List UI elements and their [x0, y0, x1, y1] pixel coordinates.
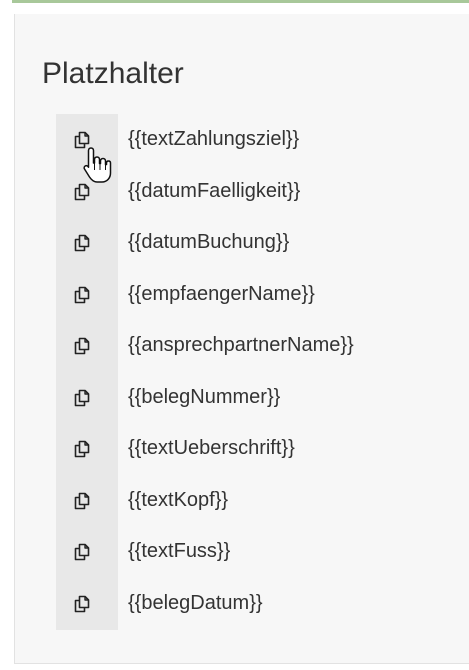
placeholder-item: {{datumFaelligkeit}} [56, 166, 466, 218]
top-accent-rule [12, 0, 469, 3]
placeholder-item: {{textFuss}} [56, 526, 466, 578]
copy-icon[interactable] [64, 327, 100, 365]
placeholder-item: {{textUeberschrift}} [56, 423, 466, 475]
placeholder-label[interactable]: {{textFuss}} [128, 538, 230, 564]
placeholder-item: {{belegDatum}} [56, 578, 466, 630]
copy-icon[interactable] [64, 430, 100, 468]
copy-icon[interactable] [64, 276, 100, 314]
panel-title: Platzhalter [42, 57, 184, 90]
placeholder-item: {{belegNummer}} [56, 372, 466, 424]
placeholder-item: {{empfaengerName}} [56, 269, 466, 321]
copy-icon[interactable] [64, 379, 100, 417]
placeholder-label[interactable]: {{datumBuchung}} [128, 229, 289, 255]
copy-icon[interactable] [64, 224, 100, 262]
copy-icon[interactable] [64, 585, 100, 623]
placeholder-label[interactable]: {{datumFaelligkeit}} [128, 178, 300, 204]
placeholder-label[interactable]: {{ansprechpartnerName}} [128, 332, 354, 358]
copy-icon[interactable] [64, 482, 100, 520]
placeholder-item: {{textKopf}} [56, 475, 466, 527]
copy-icon[interactable] [64, 533, 100, 571]
placeholder-label[interactable]: {{empfaengerName}} [128, 281, 315, 307]
placeholder-label[interactable]: {{textUeberschrift}} [128, 435, 295, 461]
placeholder-item: {{textZahlungsziel}} [56, 114, 466, 166]
copy-icon[interactable] [64, 173, 100, 211]
placeholder-item: {{datumBuchung}} [56, 217, 466, 269]
placeholder-label[interactable]: {{belegNummer}} [128, 384, 280, 410]
placeholder-label[interactable]: {{textKopf}} [128, 487, 228, 513]
placeholder-label[interactable]: {{textZahlungsziel}} [128, 126, 299, 152]
placeholder-label[interactable]: {{belegDatum}} [128, 590, 263, 616]
copy-icon[interactable] [64, 121, 100, 159]
placeholder-item: {{ansprechpartnerName}} [56, 320, 466, 372]
placeholder-list: {{textZahlungsziel}} {{datumFaelligkeit}… [56, 114, 466, 629]
